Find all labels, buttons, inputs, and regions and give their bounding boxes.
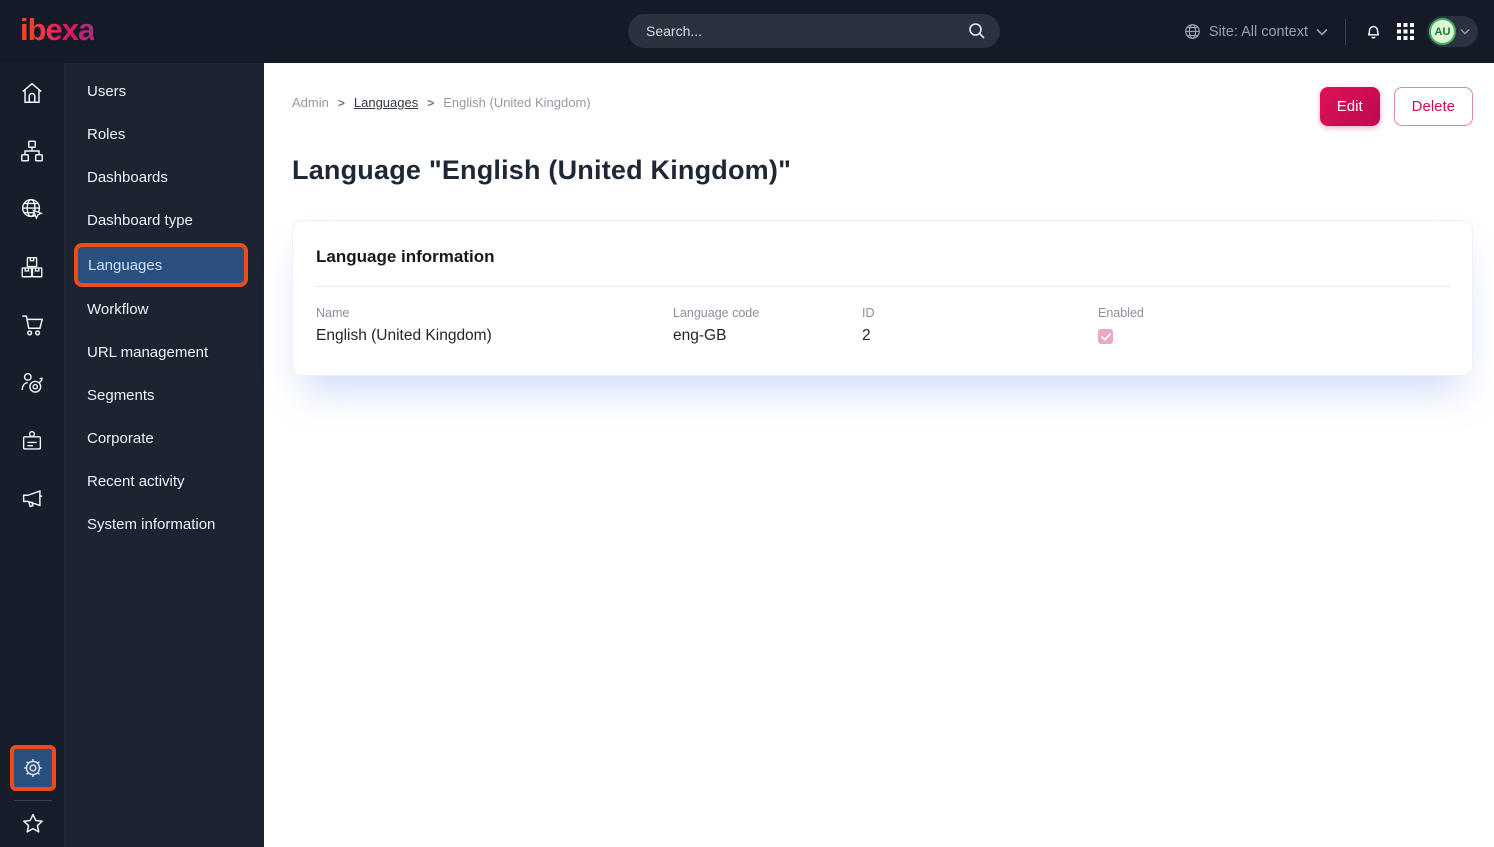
home-icon[interactable] <box>19 79 46 106</box>
sidebar-item-users[interactable]: Users <box>65 70 264 113</box>
site-globe-icon[interactable] <box>19 195 46 222</box>
card-heading: Language information <box>316 247 495 266</box>
notifications-bell-icon[interactable] <box>1363 21 1384 42</box>
sidebar-item-system-information[interactable]: System information <box>65 503 264 546</box>
sidebar-item-roles[interactable]: Roles <box>65 113 264 156</box>
topbar-divider <box>1345 18 1346 45</box>
sidebar-item-url-management[interactable]: URL management <box>65 331 264 374</box>
field-label-name: Name <box>316 306 350 320</box>
main-nav-rail <box>0 63 65 847</box>
main-content: Admin > Languages > English (United King… <box>264 63 1494 847</box>
field-label-enabled: Enabled <box>1098 306 1144 320</box>
field-label-id: ID <box>862 306 875 320</box>
breadcrumb-separator: > <box>337 95 345 110</box>
edit-button[interactable]: Edit <box>1319 87 1380 126</box>
global-search[interactable] <box>628 14 1000 48</box>
avatar: AU <box>1429 18 1456 45</box>
language-information-card: Language information Name English (Unite… <box>292 220 1473 376</box>
topbar-right-group: Site: All context AU <box>1184 0 1478 63</box>
gear-icon <box>23 759 42 777</box>
sidebar-item-recent-activity[interactable]: Recent activity <box>65 460 264 503</box>
ibexa-logo[interactable]: ibexa <box>20 13 95 47</box>
breadcrumb-current: English (United Kingdom) <box>443 95 591 110</box>
bookmarks-star-icon[interactable] <box>20 811 46 837</box>
admin-sidebar: Users Roles Dashboards Dashboard type La… <box>65 63 264 847</box>
corporate-badge-icon[interactable] <box>19 427 46 454</box>
site-context-label: Site: All context <box>1208 23 1308 40</box>
products-boxes-icon[interactable] <box>19 253 46 280</box>
chevron-down-icon <box>1460 28 1470 35</box>
content-structure-icon[interactable] <box>19 137 46 164</box>
field-value-name: English (United Kingdom) <box>316 327 492 344</box>
app-window: ibexa Site: All context <box>0 0 1494 847</box>
sidebar-item-workflow[interactable]: Workflow <box>65 288 264 331</box>
top-bar: ibexa Site: All context <box>0 0 1494 63</box>
field-value-language-code: eng-GB <box>673 327 727 344</box>
sidebar-item-languages[interactable]: Languages <box>74 243 248 287</box>
delete-button[interactable]: Delete <box>1393 87 1473 126</box>
search-icon[interactable] <box>968 22 986 40</box>
app-grid-icon[interactable] <box>1397 23 1414 40</box>
field-value-id: 2 <box>862 327 871 344</box>
breadcrumb: Admin > Languages > English (United King… <box>292 87 591 110</box>
customers-target-icon[interactable] <box>19 369 46 396</box>
commerce-cart-icon[interactable] <box>19 311 46 338</box>
field-label-language-code: Language code <box>673 306 760 320</box>
breadcrumb-languages-link[interactable]: Languages <box>354 95 418 110</box>
sidebar-item-segments[interactable]: Segments <box>65 374 264 417</box>
enabled-checkbox <box>1098 329 1113 344</box>
page-title: Language "English (United Kingdom)" <box>292 155 792 185</box>
user-menu[interactable]: AU <box>1427 16 1478 47</box>
breadcrumb-admin: Admin <box>292 95 329 110</box>
rail-divider <box>13 800 52 801</box>
check-icon <box>1100 332 1111 341</box>
sidebar-item-dashboards[interactable]: Dashboards <box>65 156 264 199</box>
admin-settings-nav[interactable] <box>9 745 56 791</box>
sidebar-item-dashboard-type[interactable]: Dashboard type <box>65 199 264 242</box>
breadcrumb-separator: > <box>427 95 435 110</box>
chevron-down-icon <box>1316 28 1328 36</box>
site-context-selector[interactable]: Site: All context <box>1184 23 1328 40</box>
search-input[interactable] <box>646 23 968 39</box>
globe-icon <box>1184 23 1201 40</box>
sidebar-item-corporate[interactable]: Corporate <box>65 417 264 460</box>
marketing-megaphone-icon[interactable] <box>19 485 46 512</box>
